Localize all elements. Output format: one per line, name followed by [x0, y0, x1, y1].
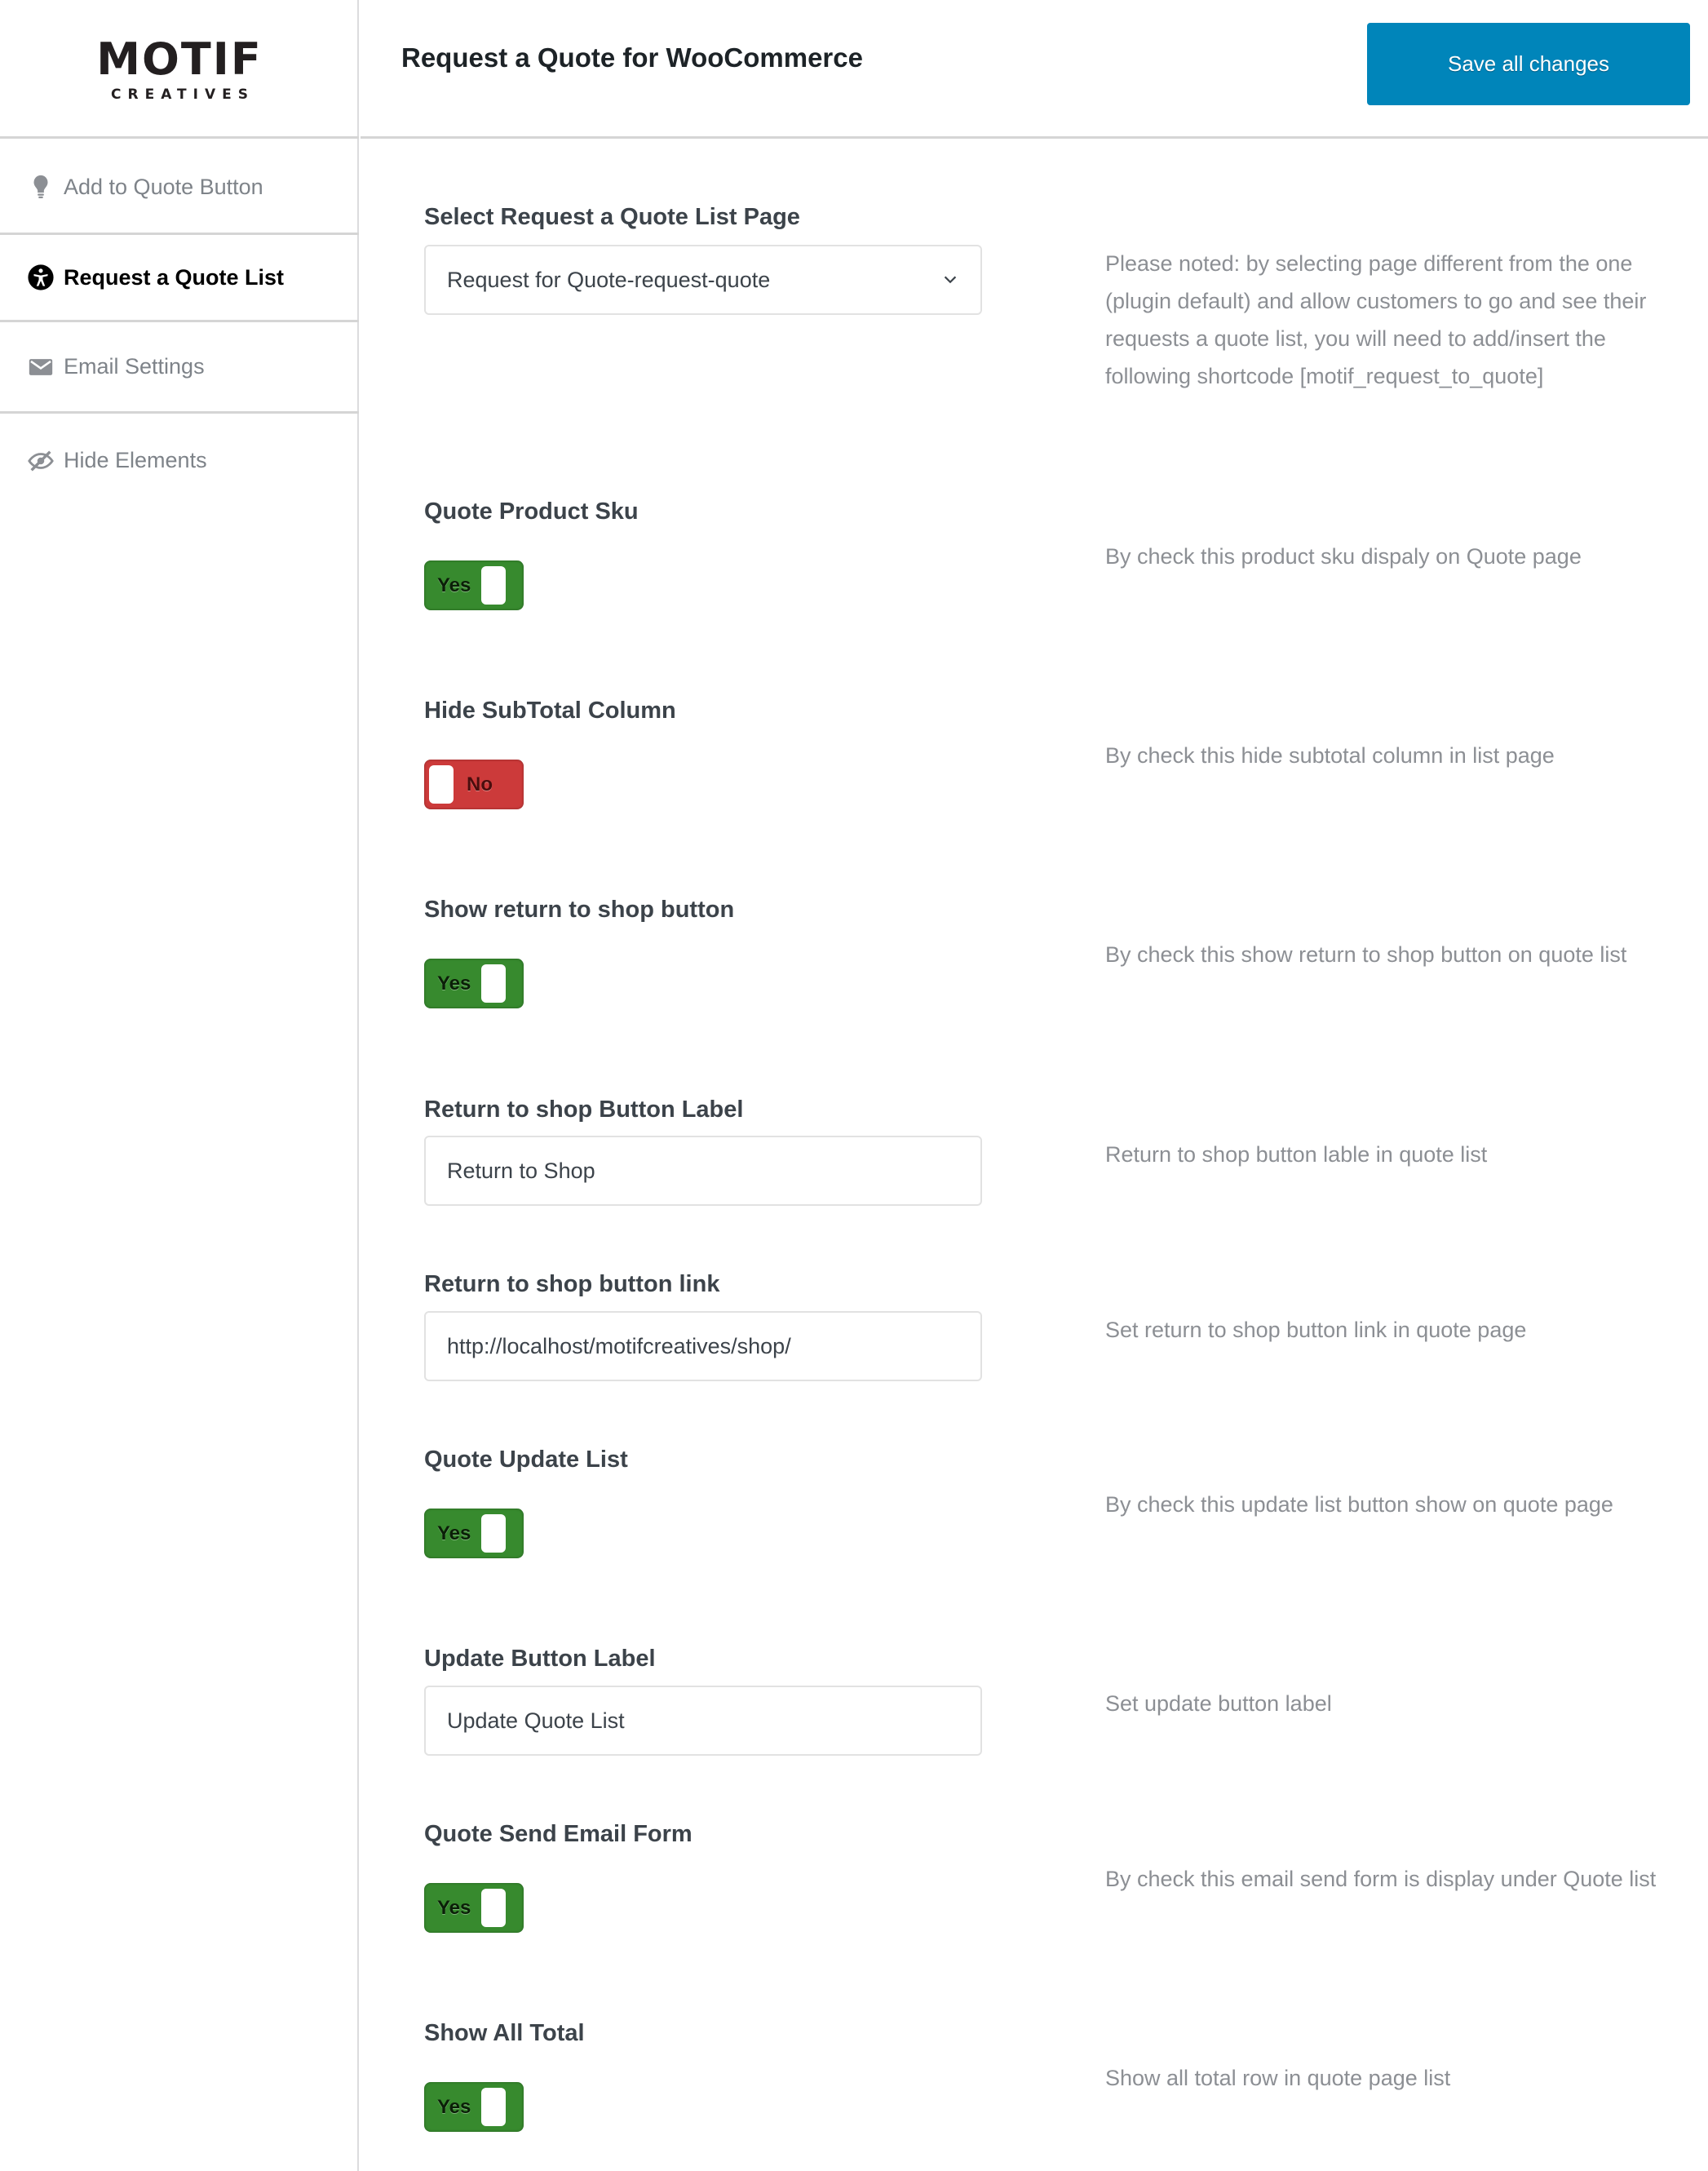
- toggle-knob: [481, 566, 506, 605]
- sidebar-item-request-a-quote-list[interactable]: Request a Quote List: [0, 235, 359, 322]
- chevron-down-icon: [944, 276, 957, 284]
- toggle-knob: [481, 1514, 506, 1553]
- product-sku-label: Quote Product Sku: [424, 498, 639, 525]
- logo-wordmark: MOTIF: [96, 33, 263, 85]
- sidebar-item-label: Hide Elements: [64, 448, 207, 472]
- toggle-state-label: No: [467, 773, 493, 795]
- save-all-changes-button[interactable]: Save all changes: [1367, 23, 1690, 105]
- return-shop-link-value: http://localhost/motifcreatives/shop/: [447, 1333, 791, 1358]
- quote-list-page-select[interactable]: Request for Quote-request-quote: [424, 245, 982, 315]
- show-all-total-help: Show all total row in quote page list: [1105, 2066, 1451, 2090]
- return-shop-button-label: Show return to shop button: [424, 897, 735, 923]
- toggle-state-label: Yes: [437, 1897, 471, 1919]
- product-sku-toggle[interactable]: Yes: [424, 560, 524, 610]
- return-shop-label-input[interactable]: Return to Shop: [424, 1136, 982, 1206]
- send-email-form-label: Quote Send Email Form: [424, 1821, 692, 1847]
- send-email-form-help: By check this email send form is display…: [1105, 1867, 1657, 1891]
- quote-list-page-label: Select Request a Quote List Page: [424, 204, 800, 230]
- send-email-form-toggle[interactable]: Yes: [424, 1883, 524, 1933]
- sidebar-item-label: Request a Quote List: [64, 264, 285, 290]
- return-shop-link-label: Return to shop button link: [424, 1271, 720, 1297]
- toggle-state-label: Yes: [437, 2096, 471, 2118]
- sidebar-item-label: Email Settings: [64, 354, 205, 379]
- update-button-label-label: Update Button Label: [424, 1646, 656, 1672]
- update-button-label-input[interactable]: Update Quote List: [424, 1686, 982, 1756]
- show-all-total-toggle[interactable]: Yes: [424, 2082, 524, 2132]
- quote-list-page-selected: Request for Quote-request-quote: [447, 267, 771, 292]
- lightbulb-icon: [26, 172, 55, 202]
- eye-slash-icon: [26, 446, 55, 476]
- page-header: Request a Quote for WooCommerce Save all…: [361, 0, 1708, 139]
- envelope-icon: [26, 352, 55, 382]
- return-shop-label-help: Return to shop button lable in quote lis…: [1105, 1142, 1488, 1167]
- page-title: Request a Quote for WooCommerce: [401, 42, 863, 73]
- logo-subtitle: CREATIVES: [111, 86, 254, 103]
- hide-subtotal-toggle[interactable]: No: [424, 760, 524, 809]
- brand-logo: MOTIF CREATIVES: [0, 0, 359, 139]
- toggle-knob: [481, 964, 506, 1003]
- hide-subtotal-label: Hide SubTotal Column: [424, 698, 676, 724]
- product-sku-help: By check this product sku dispaly on Quo…: [1105, 544, 1582, 569]
- sidebar-item-hide-elements[interactable]: Hide Elements: [0, 414, 359, 507]
- return-shop-link-input[interactable]: http://localhost/motifcreatives/shop/: [424, 1311, 982, 1381]
- toggle-state-label: Yes: [437, 973, 471, 995]
- sidebar-item-label: Add to Quote Button: [64, 174, 263, 199]
- update-button-label-help: Set update button label: [1105, 1691, 1332, 1716]
- return-shop-label-value: Return to Shop: [447, 1158, 595, 1183]
- update-list-label: Quote Update List: [424, 1447, 628, 1473]
- return-shop-button-help: By check this show return to shop button…: [1105, 942, 1627, 967]
- show-all-total-label: Show All Total: [424, 2020, 585, 2046]
- toggle-state-label: Yes: [437, 1522, 471, 1544]
- return-shop-link-help: Set return to shop button link in quote …: [1105, 1318, 1527, 1342]
- toggle-state-label: Yes: [437, 574, 471, 596]
- hide-subtotal-help: By check this hide subtotal column in li…: [1105, 743, 1555, 768]
- update-list-toggle[interactable]: Yes: [424, 1509, 524, 1558]
- quote-list-page-help: Please noted: by selecting page differen…: [1105, 251, 1647, 388]
- accessibility-icon: [26, 263, 55, 292]
- sidebar: MOTIF CREATIVES Add to Quote Button Requ…: [0, 0, 359, 2171]
- sidebar-item-add-to-quote-button[interactable]: Add to Quote Button: [0, 141, 359, 235]
- sidebar-item-email-settings[interactable]: Email Settings: [0, 322, 359, 414]
- return-shop-label-label: Return to shop Button Label: [424, 1097, 744, 1123]
- toggle-knob: [481, 1889, 506, 1927]
- toggle-knob: [429, 765, 454, 804]
- update-list-help: By check this update list button show on…: [1105, 1492, 1613, 1517]
- update-button-label-value: Update Quote List: [447, 1708, 625, 1733]
- return-shop-button-toggle[interactable]: Yes: [424, 959, 524, 1008]
- toggle-knob: [481, 2088, 506, 2126]
